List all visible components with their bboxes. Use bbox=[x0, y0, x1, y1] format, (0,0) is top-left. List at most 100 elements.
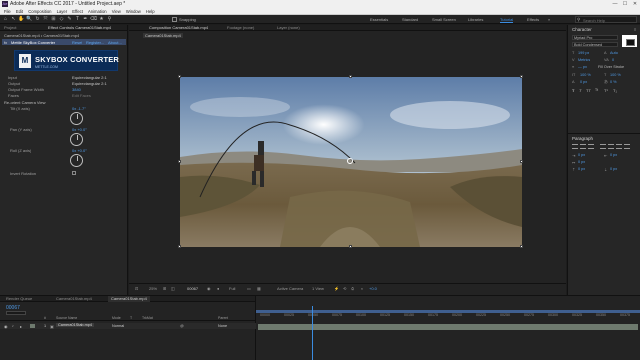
active-camera-select[interactable]: Active Camera bbox=[277, 286, 303, 291]
invert-rotation-checkbox[interactable] bbox=[72, 171, 76, 175]
flowchart-icon[interactable]: ⛭ bbox=[351, 286, 354, 291]
tab-effect-controls[interactable]: Effect Controls Camera01Stab.mp4 bbox=[48, 25, 111, 31]
menu-view[interactable]: View bbox=[112, 8, 121, 15]
exposure-value[interactable]: +0.0 bbox=[369, 286, 377, 291]
anchor-point-icon[interactable] bbox=[347, 158, 353, 164]
expand-arrow-icon[interactable]: ▸ bbox=[20, 324, 22, 329]
about-link[interactable]: About... bbox=[108, 40, 122, 45]
workspace-essentials[interactable]: Essentials bbox=[370, 17, 388, 22]
transform-handle-mr[interactable] bbox=[520, 160, 523, 163]
prop-input-select[interactable]: Equirectangular 2:1 bbox=[72, 75, 107, 80]
fast-previews-icon[interactable]: ⚡ bbox=[334, 286, 339, 291]
transform-handle-ml[interactable] bbox=[178, 160, 181, 163]
maximize-button[interactable]: ☐ bbox=[620, 0, 630, 8]
align-right-icon[interactable] bbox=[588, 144, 594, 149]
tab-timeline-comp-1[interactable]: Camera01Stab.mp4 bbox=[56, 296, 92, 302]
transparency-icon[interactable]: ▦ bbox=[257, 286, 261, 291]
vertical-scale-value[interactable]: 100 % bbox=[580, 73, 591, 77]
small-caps-button[interactable]: Tt bbox=[595, 88, 598, 92]
transform-handle-br[interactable] bbox=[520, 245, 523, 248]
layer-name[interactable]: Camera01Stab.mp4 bbox=[56, 323, 94, 327]
justify-left-icon[interactable] bbox=[600, 144, 606, 149]
menu-composition[interactable]: Composition bbox=[28, 8, 51, 15]
transform-handle-tr[interactable] bbox=[520, 75, 523, 78]
snapshot-icon[interactable]: ◉ bbox=[207, 286, 211, 291]
justify-all-icon[interactable] bbox=[624, 144, 630, 149]
transform-handle-tl[interactable] bbox=[178, 75, 181, 78]
roll-value[interactable]: 0x +0.0° bbox=[72, 148, 87, 153]
region-icon[interactable]: ▭ bbox=[247, 286, 251, 291]
menu-window[interactable]: Window bbox=[126, 8, 141, 15]
tab-composition[interactable]: Composition Camera01Stab.mp4 bbox=[149, 25, 208, 31]
audio-icon[interactable]: ♪ bbox=[12, 324, 14, 328]
type-tool-icon[interactable]: T bbox=[74, 16, 81, 23]
menu-help[interactable]: Help bbox=[146, 8, 155, 15]
parent-pickwhip-icon[interactable]: @ bbox=[180, 324, 184, 328]
register-link[interactable]: Register... bbox=[86, 40, 104, 45]
minimize-button[interactable]: — bbox=[610, 0, 620, 8]
transform-handle-tc[interactable] bbox=[349, 75, 352, 78]
exposure-icon[interactable]: ◐ bbox=[361, 286, 363, 291]
workspace-libraries[interactable]: Libraries bbox=[468, 17, 483, 22]
reset-link[interactable]: Reset bbox=[72, 40, 82, 45]
superscript-button[interactable]: T¹ bbox=[604, 88, 608, 93]
panel-menu-icon[interactable]: ≡ bbox=[634, 27, 636, 32]
tsume-value[interactable]: 0 % bbox=[610, 80, 617, 84]
roll-dial[interactable] bbox=[70, 154, 83, 167]
space-before-value[interactable]: 0 px bbox=[578, 167, 585, 171]
indent-left-value[interactable]: 0 px bbox=[578, 153, 585, 157]
menu-layer[interactable]: Layer bbox=[57, 8, 67, 15]
close-button[interactable]: ✕ bbox=[630, 0, 640, 8]
channel-icon[interactable]: ● bbox=[217, 286, 219, 291]
home-tool-icon[interactable]: ⌂ bbox=[2, 16, 9, 23]
layer-parent-select[interactable]: None bbox=[218, 324, 227, 328]
magnification-icon[interactable]: ⊡ bbox=[135, 286, 138, 291]
align-left-icon[interactable] bbox=[572, 144, 578, 149]
kerning-value[interactable]: 0 bbox=[612, 58, 614, 62]
leading-value[interactable]: Auto bbox=[610, 51, 618, 55]
pin-tool-icon[interactable]: ⚲ bbox=[106, 16, 113, 23]
viewer-timecode[interactable]: 00067 bbox=[187, 286, 198, 291]
snapping-checkbox[interactable] bbox=[172, 17, 177, 22]
prop-frame-width-value[interactable]: 3840 bbox=[72, 87, 81, 92]
puppet-tool-icon[interactable]: ★ bbox=[98, 16, 105, 23]
layer-label-color[interactable] bbox=[30, 324, 35, 328]
timeline-search-input[interactable] bbox=[6, 311, 26, 315]
tab-layer[interactable]: Layer (none) bbox=[277, 25, 300, 31]
all-caps-button[interactable]: TT bbox=[586, 88, 591, 93]
layer-mode-select[interactable]: Normal bbox=[112, 324, 124, 328]
workspace-effects[interactable]: Effects bbox=[527, 17, 539, 22]
menu-edit[interactable]: Edit bbox=[16, 8, 23, 15]
eraser-tool-icon[interactable]: ⌫ bbox=[90, 16, 97, 23]
camera-tool-icon[interactable]: ⤧ bbox=[42, 16, 49, 23]
tab-footage[interactable]: Footage (none) bbox=[227, 25, 254, 31]
indent-first-value[interactable]: 0 px bbox=[578, 160, 585, 164]
layer-duration-bar[interactable] bbox=[258, 324, 638, 330]
magnification-value[interactable]: 25% bbox=[149, 286, 157, 291]
align-center-icon[interactable] bbox=[580, 144, 586, 149]
hand-tool-icon[interactable]: ✋ bbox=[18, 16, 25, 23]
transform-handle-bc[interactable] bbox=[349, 245, 352, 248]
menu-animation[interactable]: Animation bbox=[88, 8, 107, 15]
visibility-eye-icon[interactable]: ◉ bbox=[4, 324, 7, 329]
subscript-button[interactable]: T₁ bbox=[613, 88, 617, 93]
workspace-small-screen[interactable]: Small Screen bbox=[432, 17, 456, 22]
faux-bold-button[interactable]: T bbox=[572, 88, 574, 93]
prop-output-select[interactable]: Equirectangular 2:1 bbox=[72, 81, 107, 86]
rotate-tool-icon[interactable]: ↻ bbox=[34, 16, 41, 23]
menu-file[interactable]: File bbox=[4, 8, 11, 15]
workspace-standard[interactable]: Standard bbox=[402, 17, 418, 22]
table-row[interactable]: ◉ ♪ ▸ 1 ▣ Camera01Stab.mp4 Normal @ None bbox=[0, 323, 256, 329]
selection-tool-icon[interactable]: ↖ bbox=[10, 16, 17, 23]
tab-render-queue[interactable]: Render Queue bbox=[6, 296, 32, 302]
current-time-indicator[interactable] bbox=[312, 306, 314, 360]
tracking-value[interactable]: Metrics bbox=[578, 58, 590, 62]
search-help-input[interactable]: ⚲ Search Help bbox=[575, 16, 637, 23]
tab-project[interactable]: Project bbox=[4, 25, 16, 31]
pan-dial[interactable] bbox=[70, 133, 83, 146]
pan-value[interactable]: 0x +0.0° bbox=[72, 127, 87, 132]
tilt-value[interactable]: 0x -1.7° bbox=[72, 106, 86, 111]
font-style-select[interactable]: Bold Condensed bbox=[572, 42, 618, 47]
effect-header-row[interactable]: fx Mettle SkyBox Converter Reset Registe… bbox=[2, 39, 126, 45]
baseline-value[interactable]: 0 px bbox=[580, 80, 587, 84]
